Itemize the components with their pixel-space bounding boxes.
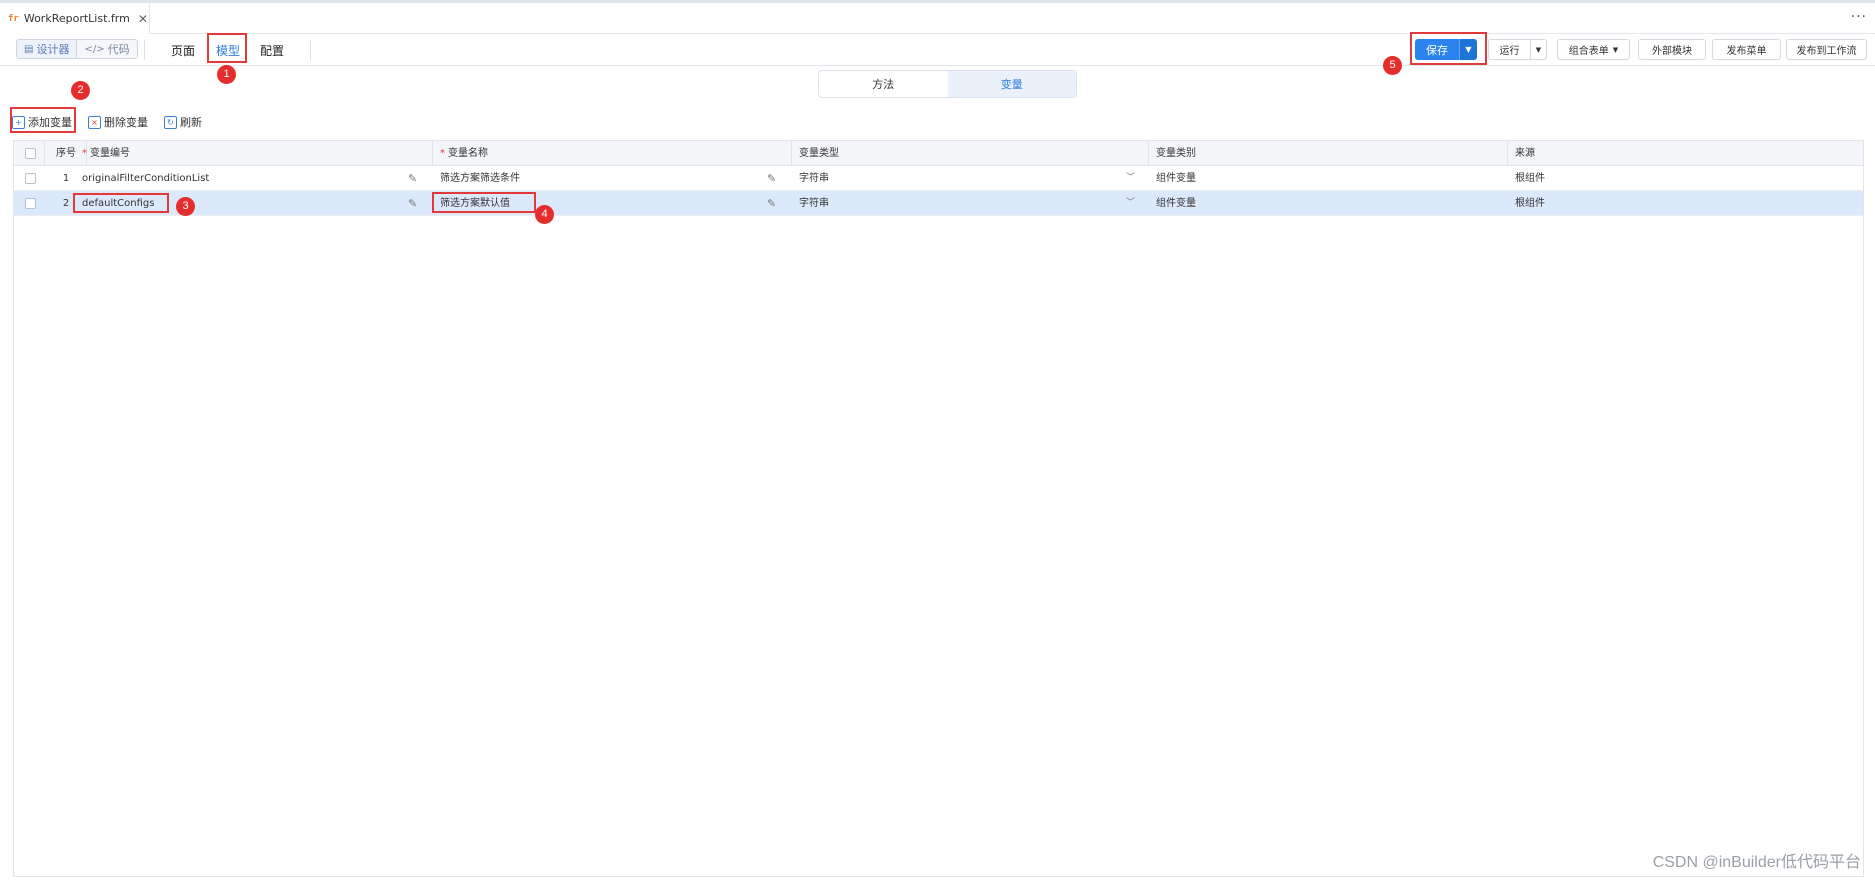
edit-icon[interactable]: ✎: [767, 166, 776, 191]
header-code: * 变量编号: [82, 148, 130, 159]
tab-page[interactable]: 页面: [171, 42, 195, 59]
row-category: 组件变量: [1156, 198, 1196, 209]
table-row[interactable]: 2 defaultConfigs ✎ 筛选方案默认值 ✎ 字符串 ﹀ 组件变量 …: [14, 191, 1863, 216]
highlight-box-variable-name: [432, 192, 536, 213]
variable-table: 序号 * 变量编号 * 变量名称 变量类型 变量类别 来源 1 originalFi…: [13, 140, 1864, 877]
select-all-checkbox[interactable]: [25, 148, 36, 159]
code-icon: </>: [84, 43, 105, 55]
toolbar-divider: [144, 40, 145, 60]
col-divider: [432, 141, 433, 166]
more-icon[interactable]: ···: [1851, 9, 1867, 25]
watermark: CSDN @inBuilder低代码平台: [1652, 854, 1861, 871]
file-tab-name: WorkReportList.frm: [23, 12, 130, 25]
external-module-button[interactable]: 外部模块: [1638, 39, 1706, 60]
edit-icon[interactable]: ✎: [767, 191, 776, 216]
col-divider: [44, 141, 45, 166]
step-badge-3: 3: [176, 197, 195, 216]
chevron-down-icon[interactable]: ﹀: [1126, 191, 1135, 216]
layout-icon: ▤: [24, 43, 34, 55]
col-divider: [1148, 141, 1149, 166]
chevron-down-icon[interactable]: ﹀: [1126, 166, 1135, 191]
table-row[interactable]: 1 originalFilterConditionList ✎ 筛选方案筛选条件…: [14, 166, 1863, 191]
delete-variable-label: 删除变量: [104, 116, 148, 129]
col-divider: [1507, 141, 1508, 166]
segment-variable[interactable]: 变量: [947, 71, 1076, 97]
col-divider: [791, 141, 792, 166]
refresh-icon: ↻: [164, 115, 177, 129]
view-switch: ▤ 设计器 </> 代码: [16, 39, 138, 59]
publish-workflow-button[interactable]: 发布到工作流: [1786, 39, 1867, 60]
run-button[interactable]: 运行: [1488, 39, 1531, 60]
designer-view-label: 设计器: [36, 43, 70, 56]
combo-form-label: 组合表单: [1568, 46, 1609, 57]
row-source: 根组件: [1515, 173, 1545, 184]
header-category: 变量类别: [1156, 148, 1196, 159]
step-badge-1: 1: [217, 65, 236, 84]
tab-config[interactable]: 配置: [260, 42, 284, 59]
designer-view-button[interactable]: ▤ 设计器: [17, 40, 77, 58]
row-source: 根组件: [1515, 198, 1545, 209]
toolbar-divider: [310, 40, 311, 60]
close-icon[interactable]: ✕: [138, 12, 148, 26]
code-view-button[interactable]: </> 代码: [76, 40, 137, 58]
row-type[interactable]: 字符串: [799, 191, 829, 216]
row-checkbox[interactable]: [25, 198, 36, 209]
edit-icon[interactable]: ✎: [408, 191, 417, 216]
header-source: 来源: [1515, 148, 1535, 159]
row-name[interactable]: 筛选方案筛选条件: [440, 166, 520, 191]
row-type[interactable]: 字符串: [799, 166, 829, 191]
step-badge-5: 5: [1383, 56, 1402, 75]
highlight-box-add-variable: [10, 107, 76, 133]
form-file-icon: fr: [8, 13, 19, 24]
row-category: 组件变量: [1156, 173, 1196, 184]
header-index: 序号: [56, 148, 76, 159]
delete-icon: ×: [88, 115, 101, 129]
highlight-box-save: [1410, 32, 1487, 65]
segment-method[interactable]: 方法: [819, 71, 948, 97]
code-view-label: 代码: [107, 43, 130, 56]
refresh-label: 刷新: [180, 116, 202, 129]
header-name: * 变量名称: [440, 148, 488, 159]
row-checkbox[interactable]: [25, 173, 36, 184]
step-badge-4: 4: [535, 205, 554, 224]
editor-tab-bar: fr WorkReportList.frm ✕ ···: [0, 0, 1875, 34]
header-code-label: 变量编号: [90, 148, 130, 159]
combo-form-button[interactable]: 组合表单 ▼: [1557, 39, 1630, 60]
run-dropdown-icon[interactable]: ▼: [1530, 39, 1547, 60]
header-name-label: 变量名称: [448, 148, 488, 159]
main-toolbar: ▤ 设计器 </> 代码 页面 模型 配置 保存 ▼ 运行 ▼ 组合表单 ▼ 外…: [0, 34, 1875, 66]
row-index: 1: [62, 173, 70, 184]
edit-icon[interactable]: ✎: [408, 166, 417, 191]
method-variable-switch: 方法 变量: [818, 70, 1077, 98]
publish-menu-button[interactable]: 发布菜单: [1712, 39, 1781, 60]
highlight-box-variable-code: [73, 193, 169, 213]
table-header: 序号 * 变量编号 * 变量名称 变量类型 变量类别 来源: [14, 141, 1863, 166]
delete-variable-button[interactable]: × 删除变量: [88, 114, 148, 130]
row-code[interactable]: originalFilterConditionList: [82, 166, 209, 191]
file-tab[interactable]: fr WorkReportList.frm ✕: [0, 3, 150, 34]
header-type: 变量类型: [799, 148, 839, 159]
chevron-down-icon: ▼: [1612, 45, 1619, 54]
step-badge-2: 2: [71, 81, 90, 100]
highlight-box-model-tab: [207, 33, 247, 63]
refresh-button[interactable]: ↻ 刷新: [164, 114, 202, 130]
